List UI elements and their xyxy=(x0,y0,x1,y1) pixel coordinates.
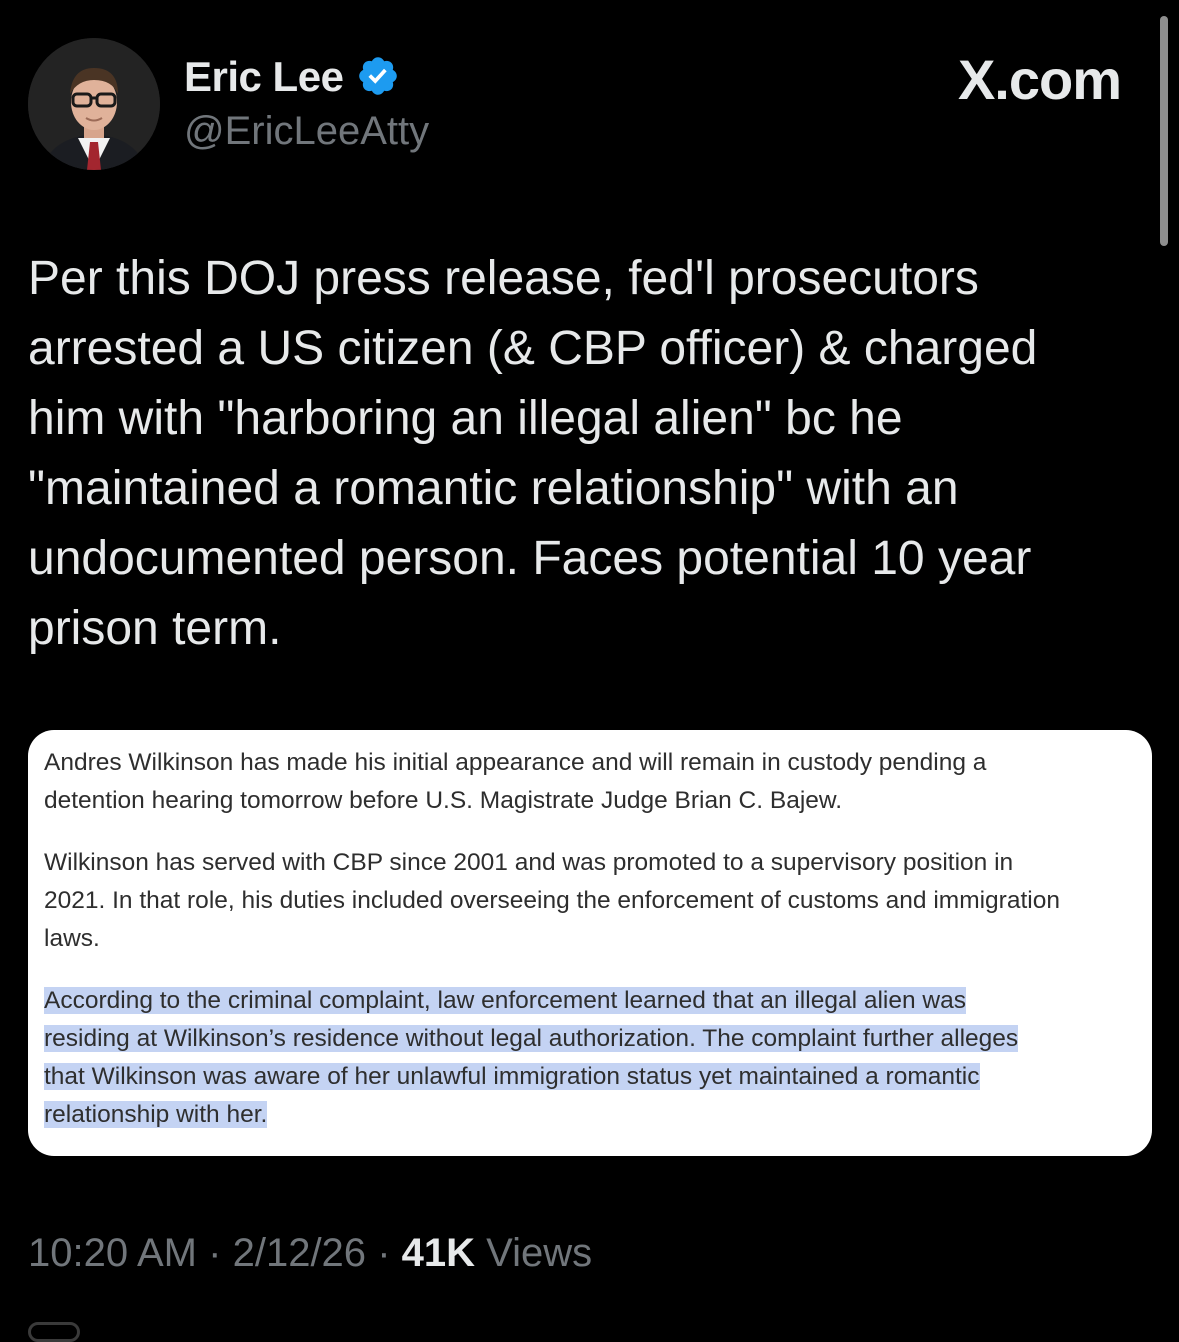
scrollbar[interactable] xyxy=(1160,16,1168,246)
release-paragraph-service: Wilkinson has served with CBP since 2001… xyxy=(44,849,1060,952)
tweet-metadata: 10:20 AM · 2/12/26 · 41K Views xyxy=(28,1226,592,1280)
tweet-time[interactable]: 10:20 AM xyxy=(28,1231,197,1275)
press-release-screenshot[interactable]: Andres Wilkinson has made his initial ap… xyxy=(28,730,1152,1156)
profile-photo xyxy=(28,38,160,170)
meta-separator: · xyxy=(377,1231,391,1275)
avatar[interactable] xyxy=(28,38,160,170)
release-paragraph-complaint: According to the criminal complaint, law… xyxy=(44,982,1134,1134)
release-paragraph-custody: Andres Wilkinson has made his initial ap… xyxy=(44,749,987,814)
tweet-date[interactable]: 2/12/26 xyxy=(233,1231,366,1275)
highlighted-line: that Wilkinson was aware of her unlawful… xyxy=(44,1063,980,1090)
views-label: Views xyxy=(486,1231,593,1275)
reply-icon[interactable] xyxy=(28,1322,80,1342)
views-count: 41K xyxy=(401,1231,476,1275)
verified-badge-icon xyxy=(359,57,397,95)
author-display-name[interactable]: Eric Lee xyxy=(184,52,344,102)
meta-separator: · xyxy=(208,1231,222,1275)
author-handle[interactable]: @EricLeeAtty xyxy=(184,106,429,156)
tweet-body-text: Per this DOJ press release, fed'l prosec… xyxy=(28,252,1038,655)
highlighted-line: relationship with her. xyxy=(44,1101,268,1128)
highlighted-line: According to the criminal complaint, law… xyxy=(44,987,966,1014)
site-watermark: X.com xyxy=(957,48,1122,111)
highlighted-line: residing at Wilkinson’s residence withou… xyxy=(44,1025,1019,1052)
